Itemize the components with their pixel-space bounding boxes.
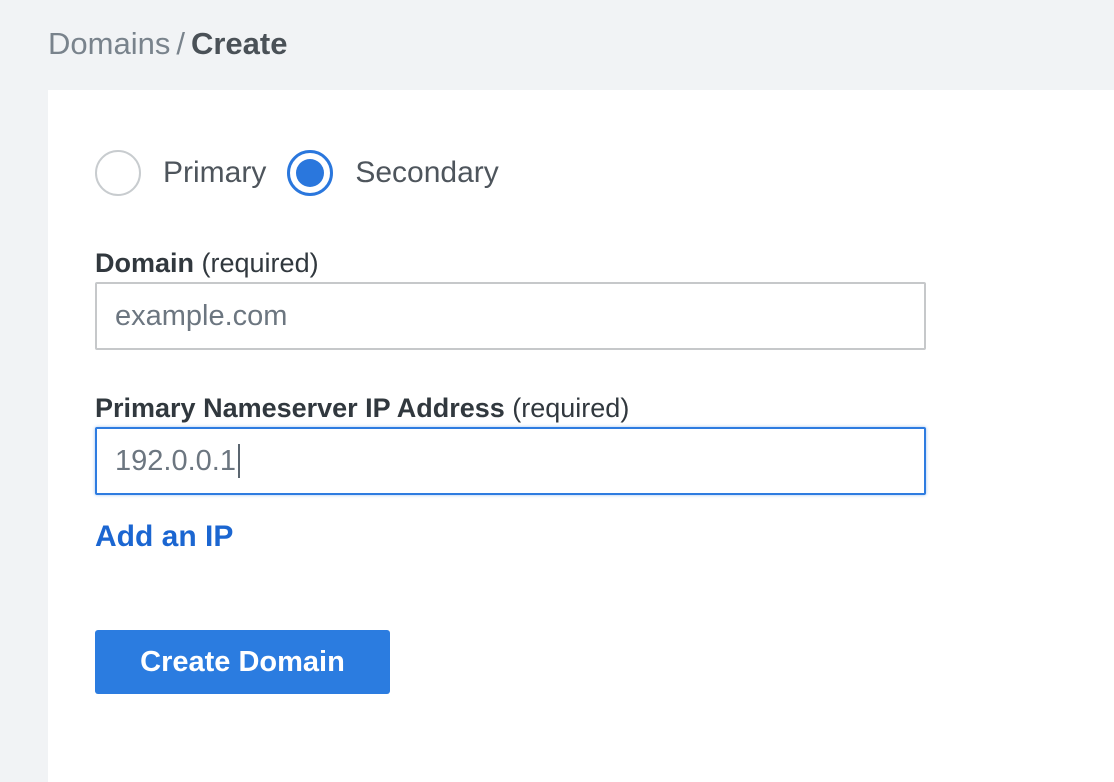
domain-type-radio-group: Primary Secondary [95,148,1114,198]
radio-dot [296,159,324,187]
radio-secondary-label: Secondary [355,156,498,190]
create-domain-button[interactable]: Create Domain [95,630,390,694]
ip-field-label: Primary Nameserver IP Address (required) [95,391,1114,425]
ip-required-note: (required) [512,393,629,423]
domain-label-text: Domain [95,248,194,278]
add-an-ip-link[interactable]: Add an IP [95,520,233,554]
radio-option-secondary[interactable]: Secondary [287,150,498,196]
ip-label-text: Primary Nameserver IP Address [95,393,505,423]
domain-required-note: (required) [202,248,319,278]
breadcrumb-separator: / [176,26,185,61]
breadcrumb-domains-link[interactable]: Domains [48,26,170,61]
domain-input-wrap [95,282,926,350]
breadcrumb-current: Create [191,26,288,61]
primary-nameserver-ip-input[interactable] [95,427,926,495]
domain-field-label: Domain (required) [95,246,1114,280]
domain-input[interactable] [95,282,926,350]
page: Domains/Create Primary Secondary Domain … [0,0,1114,782]
radio-unselected-icon[interactable] [95,150,141,196]
ip-input-wrap [95,427,926,495]
breadcrumb: Domains/Create [0,0,1114,90]
radio-option-primary[interactable]: Primary [95,150,266,196]
create-domain-card: Primary Secondary Domain (required) Prim… [48,90,1114,782]
text-caret [238,444,240,478]
radio-selected-icon[interactable] [287,150,333,196]
radio-primary-label: Primary [163,156,266,190]
